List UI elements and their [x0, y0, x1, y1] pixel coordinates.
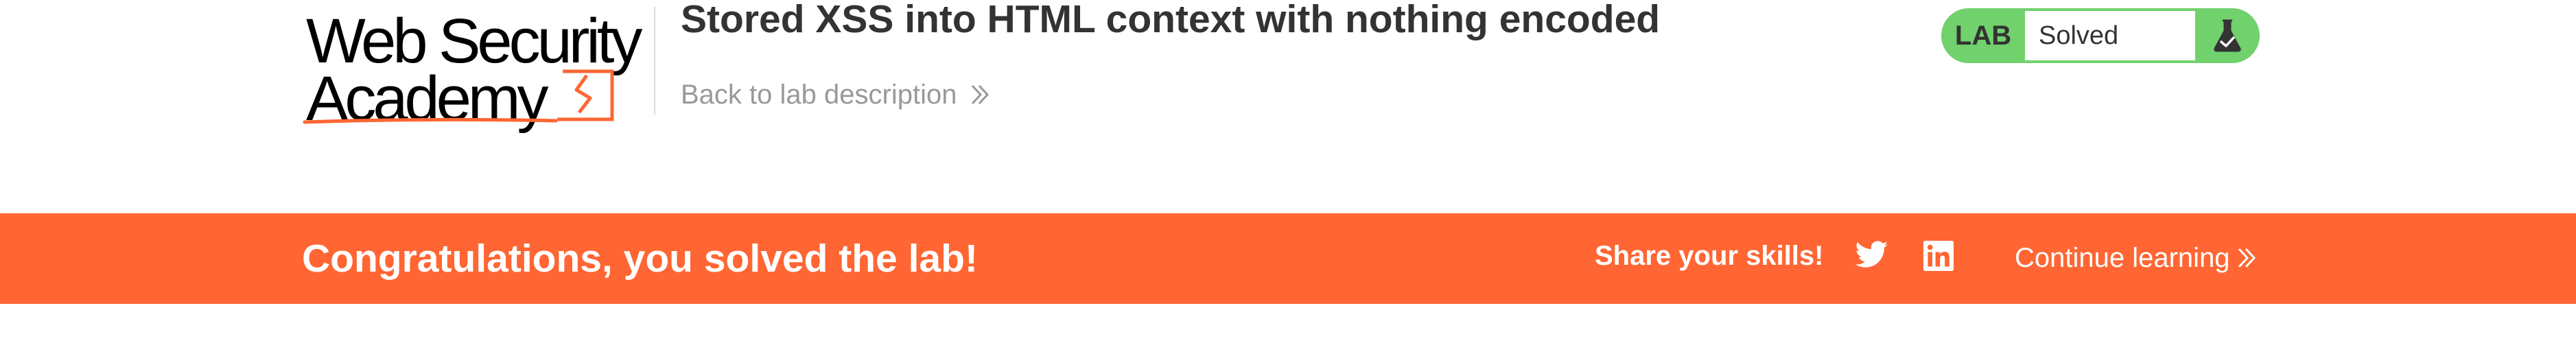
chevron-double-right-icon [2238, 248, 2256, 268]
lab-title: Stored XSS into HTML context with nothin… [681, 0, 1661, 41]
continue-learning-link[interactable]: Continue learning [2015, 244, 2259, 272]
lab-status-widget: LAB Solved [1941, 8, 2260, 63]
logo-mark-icon [303, 69, 614, 124]
flask-check-icon [2195, 8, 2260, 63]
lab-status-value: Solved [2025, 11, 2195, 60]
web-security-academy-logo[interactable]: Web Security Academy [302, 4, 652, 131]
congratulations-banner: Congratulations, you solved the lab! Sha… [0, 213, 2576, 304]
linkedin-icon[interactable] [1923, 241, 1954, 274]
congratulations-message: Congratulations, you solved the lab! [302, 237, 978, 281]
lab-status-label: LAB [1954, 20, 2012, 51]
twitter-icon[interactable] [1855, 241, 1888, 273]
back-link-label: Back to lab description [681, 80, 957, 110]
lab-header: Web Security Academy Stored XSS into HTM… [0, 0, 2576, 213]
back-to-lab-description-link[interactable]: Back to lab description [681, 81, 992, 108]
chevron-double-right-icon [972, 84, 990, 105]
share-skills-label: Share your skills! [1595, 241, 1824, 271]
header-divider [654, 7, 655, 115]
continue-learning-label: Continue learning [2015, 243, 2230, 273]
